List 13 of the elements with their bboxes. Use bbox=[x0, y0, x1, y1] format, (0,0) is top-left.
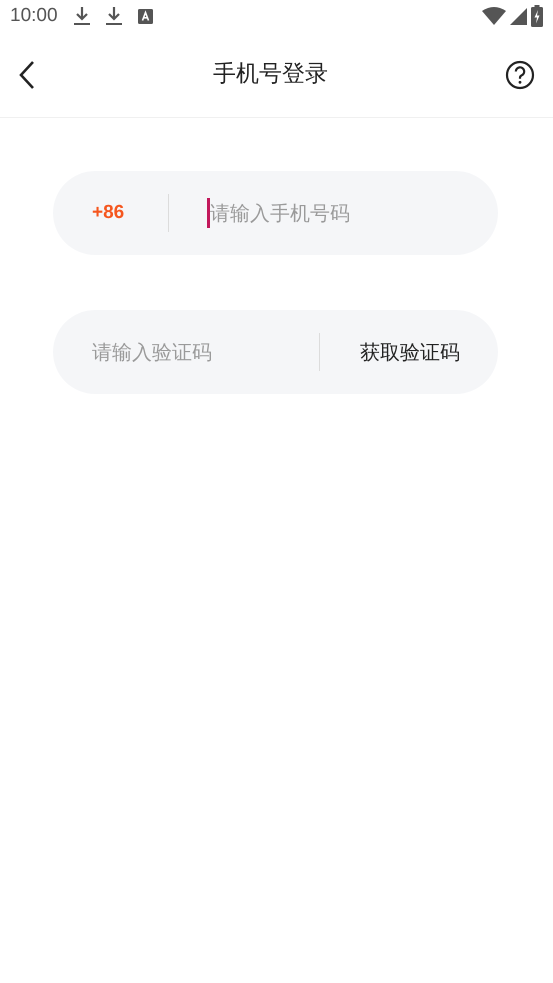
battery-icon bbox=[531, 5, 543, 27]
download-icon bbox=[74, 6, 90, 26]
help-icon[interactable] bbox=[505, 60, 535, 90]
get-code-button[interactable]: 获取验证码 bbox=[320, 337, 498, 367]
status-time: 10:00 bbox=[10, 4, 58, 28]
keyboard-icon bbox=[138, 8, 153, 24]
wifi-icon bbox=[482, 7, 506, 25]
signal-icon bbox=[510, 8, 527, 24]
code-input-field[interactable]: 请输入验证码 bbox=[92, 337, 300, 367]
back-icon[interactable] bbox=[18, 60, 36, 90]
download-icon bbox=[106, 6, 122, 26]
phone-input-field[interactable]: 请输入手机号码 bbox=[210, 198, 468, 228]
page-title: 手机号登录 bbox=[213, 60, 328, 90]
